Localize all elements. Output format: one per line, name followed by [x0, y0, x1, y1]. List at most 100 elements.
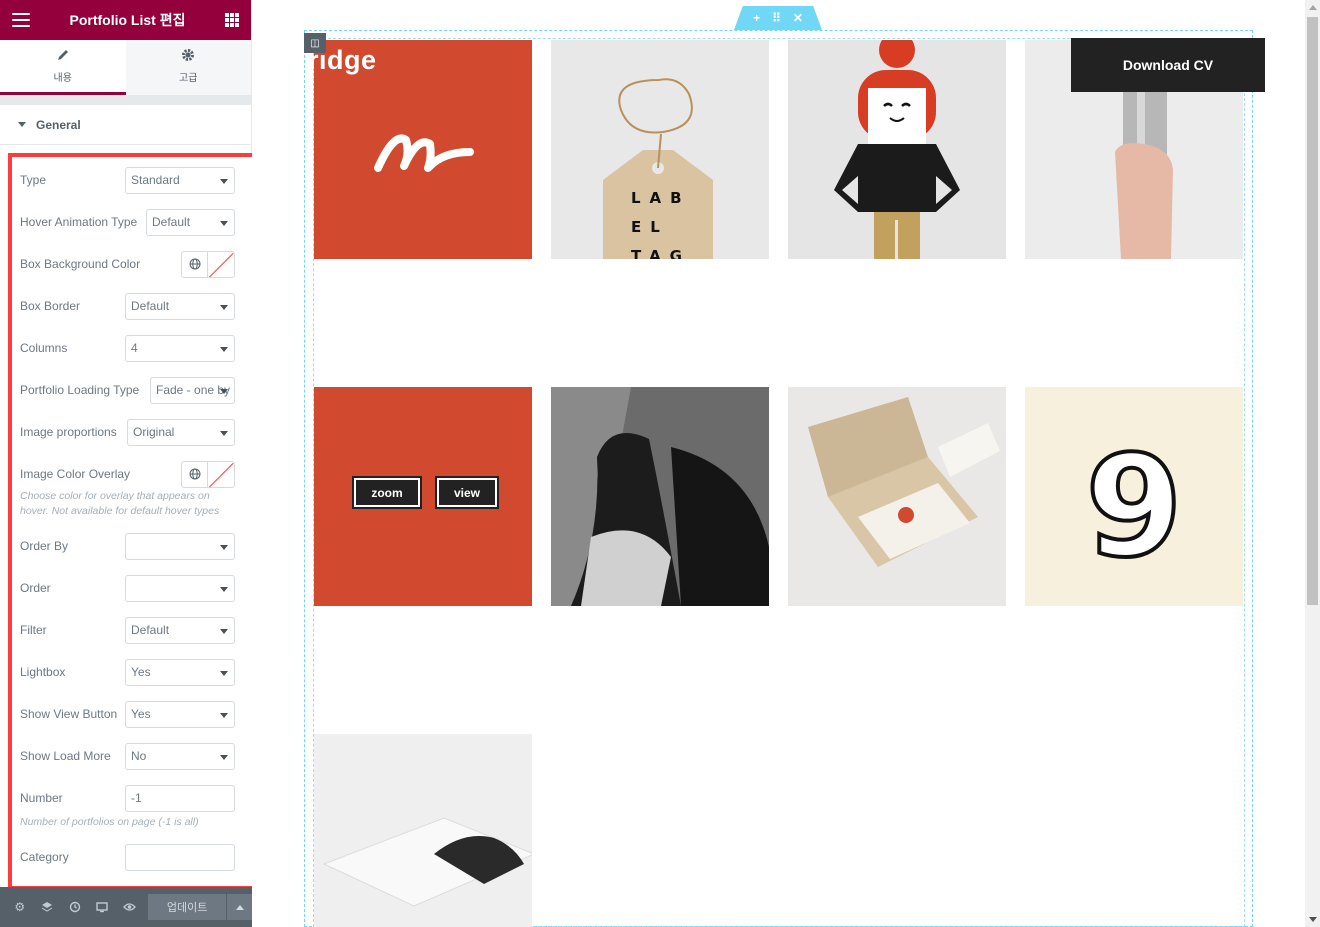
- filter-select[interactable]: Default: [125, 616, 235, 644]
- control-filter: Filter Default: [20, 609, 255, 651]
- image-proportions-select[interactable]: Original: [127, 418, 235, 446]
- responsive-icon[interactable]: [89, 887, 117, 927]
- history-icon[interactable]: [61, 887, 89, 927]
- globe-icon[interactable]: [182, 251, 208, 277]
- page-scrollbar[interactable]: [1305, 0, 1320, 927]
- menu-icon[interactable]: [12, 13, 30, 27]
- column-handle-icon[interactable]: ◫: [304, 33, 326, 53]
- control-label: Image Color Overlay: [20, 467, 131, 481]
- control-order: Order: [20, 567, 255, 609]
- scroll-up-icon[interactable]: [1309, 5, 1317, 10]
- control-order-by: Order By: [20, 525, 255, 567]
- add-section-icon[interactable]: +: [753, 11, 760, 25]
- scroll-down-icon[interactable]: [1309, 917, 1317, 922]
- tab-content-label: 내용: [53, 73, 72, 84]
- tag-line: EL: [631, 218, 669, 236]
- dropdown-arrow-icon: [220, 754, 228, 760]
- panel-title: Portfolio List 편집: [69, 12, 186, 28]
- control-show-view-button: Show View Button Yes: [20, 693, 255, 735]
- overlay-description: Choose color for overlay that appears on…: [20, 490, 220, 517]
- section-general-toggle[interactable]: General: [0, 105, 251, 145]
- order-select[interactable]: [125, 574, 235, 602]
- red-hover-tile[interactable]: zoom view: [314, 387, 532, 606]
- dropdown-arrow-icon: [220, 220, 228, 226]
- control-label: Box Background Color: [20, 257, 141, 271]
- show-view-button-select[interactable]: Yes: [125, 700, 235, 728]
- number-input[interactable]: [125, 784, 235, 812]
- control-show-load-more: Show Load More No: [20, 735, 255, 777]
- control-columns: Columns 4: [20, 327, 255, 369]
- tab-content[interactable]: 내용: [0, 40, 126, 95]
- bw-portrait-photo: [551, 387, 769, 606]
- view-button[interactable]: view: [435, 476, 499, 509]
- update-button[interactable]: 업데이트: [147, 894, 227, 920]
- dropdown-arrow-icon: [220, 346, 228, 352]
- control-label: Box Border: [20, 299, 81, 313]
- control-label: Hover Animation Type: [20, 215, 138, 229]
- control-label: Category: [20, 850, 69, 864]
- tag-line: LAB: [631, 189, 691, 207]
- dropdown-arrow-icon: [220, 586, 228, 592]
- controls-highlight-box: Type Standard Hover Animation Type Defau…: [8, 153, 259, 890]
- number-nine-tile[interactable]: 9: [1025, 387, 1243, 606]
- dropdown-arrow-icon: [220, 430, 228, 436]
- zoom-button[interactable]: zoom: [352, 476, 422, 509]
- control-category: Category: [20, 836, 255, 878]
- dropdown-arrow-icon: [220, 388, 228, 394]
- box-border-select[interactable]: Default: [125, 292, 235, 320]
- columns-select[interactable]: 4: [125, 334, 235, 362]
- control-label: Portfolio Loading Type: [20, 383, 140, 397]
- color-swatch-empty[interactable]: [208, 252, 234, 277]
- section-general-label: General: [36, 117, 81, 132]
- panel-separator: [0, 95, 251, 105]
- eye-icon[interactable]: [116, 887, 144, 927]
- caret-down-icon: [18, 122, 26, 127]
- type-select[interactable]: Standard: [125, 166, 235, 194]
- select-value: Original: [133, 425, 175, 439]
- control-label: Columns: [20, 341, 68, 355]
- widgets-grid-icon[interactable]: [224, 13, 239, 27]
- loading-type-select[interactable]: Fade - one by one: [150, 376, 235, 404]
- character-illustration-tile[interactable]: [788, 40, 1006, 259]
- control-label: Order: [20, 581, 51, 595]
- layers-icon[interactable]: [34, 887, 62, 927]
- select-value: Standard: [131, 173, 180, 187]
- show-load-more-select[interactable]: No: [125, 742, 235, 770]
- control-label: Type: [20, 173, 47, 187]
- magazine-tile[interactable]: [314, 734, 532, 927]
- update-options-button[interactable]: [226, 894, 253, 920]
- business-card-box-photo: [808, 397, 1000, 567]
- download-cv-button[interactable]: Download CV: [1071, 38, 1265, 92]
- scrollbar-thumb[interactable]: [1307, 17, 1318, 605]
- control-lightbox: Lightbox Yes: [20, 651, 255, 693]
- control-image-proportions: Image proportions Original: [20, 411, 255, 453]
- bw-portrait-tile[interactable]: [551, 387, 769, 606]
- number-description: Number of portfolios on page (-1 is all): [20, 816, 199, 828]
- overlay-color-picker: [181, 460, 235, 488]
- select-value: Yes: [131, 707, 151, 721]
- select-value: Default: [131, 623, 170, 637]
- select-value: Yes: [131, 665, 151, 679]
- category-input[interactable]: [125, 843, 235, 871]
- dropdown-arrow-icon: [220, 670, 228, 676]
- globe-icon[interactable]: [182, 461, 208, 487]
- label-tag-tile[interactable]: LAB EL TAG: [551, 40, 769, 259]
- magazine-photo: [314, 734, 532, 927]
- control-loading-type: Portfolio Loading Type Fade - one by one: [20, 369, 255, 411]
- lightbox-select[interactable]: Yes: [125, 658, 235, 686]
- business-card-box-tile[interactable]: [788, 387, 1006, 606]
- control-hover-animation: Hover Animation Type Default: [20, 201, 255, 243]
- delete-section-icon[interactable]: ✕: [793, 11, 803, 25]
- control-label: Order By: [20, 539, 69, 553]
- hover-animation-select[interactable]: Default: [146, 208, 235, 236]
- control-label: Filter: [20, 623, 47, 637]
- dropdown-arrow-icon: [220, 178, 228, 184]
- gear-icon[interactable]: ⚙: [6, 887, 34, 927]
- isometric-nine-illustration: 9: [1083, 424, 1184, 591]
- control-number: Number: [20, 777, 255, 819]
- tab-advanced[interactable]: 고급: [125, 40, 251, 95]
- drag-section-icon[interactable]: ⠿: [772, 11, 781, 25]
- order-by-select[interactable]: [125, 532, 235, 560]
- color-swatch-empty[interactable]: [208, 462, 234, 487]
- control-label: Lightbox: [20, 665, 66, 679]
